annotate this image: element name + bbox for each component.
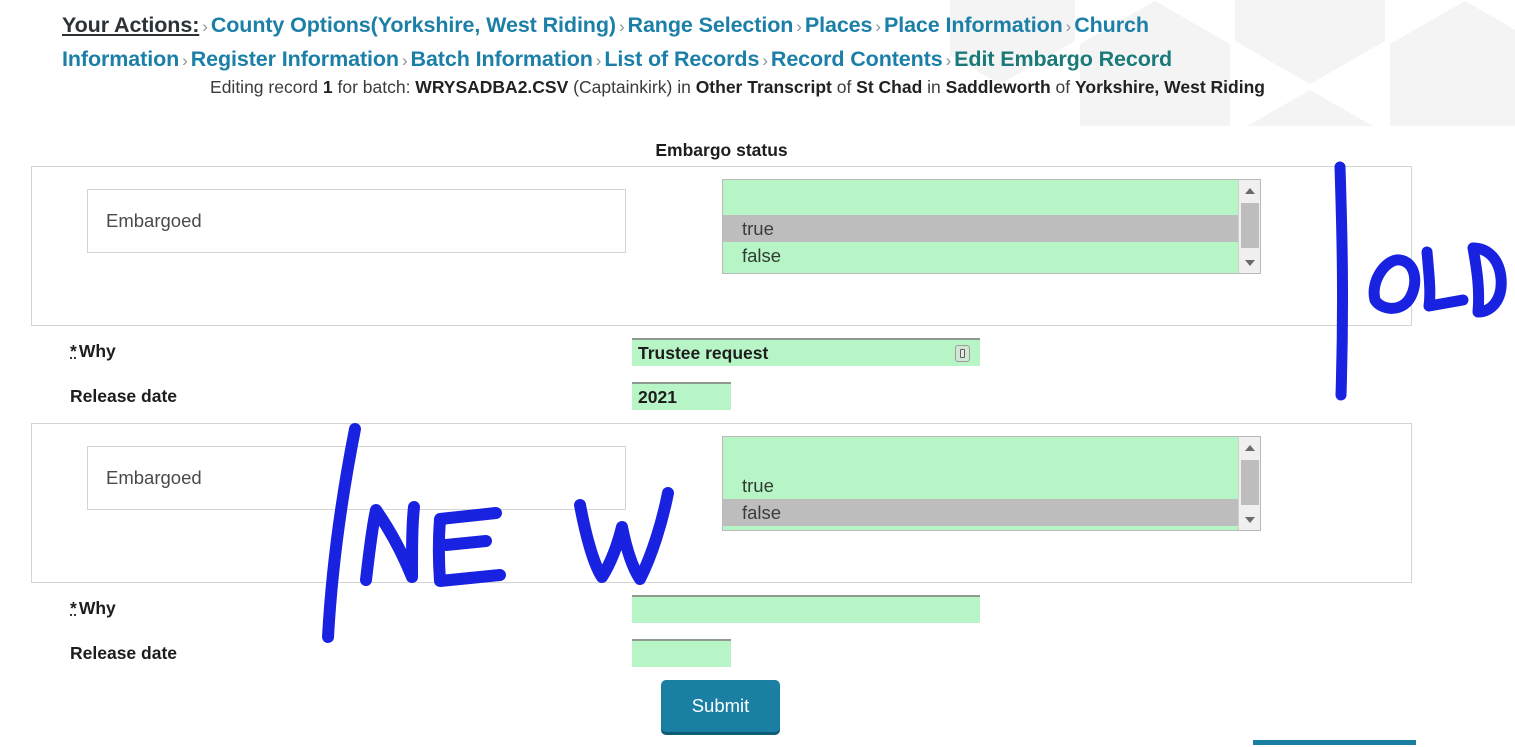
why-field-row-new: * Why: [0, 595, 1515, 629]
subtitle-record-number: 1: [322, 77, 333, 97]
breadcrumb-item-record-contents[interactable]: Record Contents: [771, 47, 943, 71]
breadcrumb-separator: ›: [945, 51, 952, 70]
triangle-up-icon[interactable]: [1239, 437, 1260, 458]
subtitle-in-1: in: [922, 77, 946, 97]
breadcrumb-item-place-information[interactable]: Place Information: [884, 13, 1063, 37]
embargoed-label-old: Embargoed: [106, 210, 202, 231]
triangle-down-icon[interactable]: [1239, 509, 1260, 530]
embargo-status-listbox-old[interactable]: true false: [722, 179, 1261, 274]
listbox-option-false-new[interactable]: false: [723, 499, 1238, 526]
autofill-icon[interactable]: [955, 345, 970, 362]
breadcrumb-item-register-information[interactable]: Register Information: [191, 47, 399, 71]
subtitle-user: (Captainkirk) in: [568, 77, 696, 97]
breadcrumb-separator: ›: [875, 17, 881, 36]
breadcrumb-separator: ›: [401, 51, 408, 70]
breadcrumb-item-places[interactable]: Places: [805, 13, 873, 37]
embargo-status-listbox-new[interactable]: true false: [722, 436, 1261, 531]
triangle-up-icon[interactable]: [1239, 180, 1260, 201]
listbox-option-true-new[interactable]: true: [723, 472, 1238, 499]
breadcrumb-separator: ›: [1065, 17, 1072, 36]
subtitle-church: St Chad: [856, 77, 923, 97]
subtitle-prefix: Editing record: [210, 77, 323, 97]
listbox-scrollbar-new[interactable]: [1238, 437, 1260, 530]
why-input-new[interactable]: [632, 595, 980, 623]
breadcrumb: Your Actions: › County Options(Yorkshire, …: [62, 9, 1362, 77]
why-input-old[interactable]: [632, 338, 980, 366]
embargoed-label-box-old: Embargoed: [87, 189, 626, 253]
embargoed-label-box-new: Embargoed: [87, 446, 626, 510]
subtitle-place: Saddleworth: [945, 77, 1051, 97]
release-date-field-row-new: Release date: [0, 639, 1515, 673]
why-label-text-old: Why: [78, 341, 116, 361]
embargo-group-new: Embargoed true false: [31, 423, 1412, 583]
required-marker-new: *: [70, 598, 77, 618]
page-root: Your Actions: › County Options(Yorkshire, …: [0, 0, 1515, 747]
breadcrumb-separator: ›: [796, 17, 802, 36]
embargo-group-old: Embargoed true false: [31, 166, 1412, 326]
breadcrumb-item-range-selection[interactable]: Range Selection: [628, 13, 794, 37]
release-date-field-row-old: Release date: [0, 382, 1515, 416]
submit-button[interactable]: Submit: [661, 680, 780, 732]
why-label-old: * Why: [70, 341, 116, 362]
subtitle-of-2: of: [1050, 77, 1075, 97]
subtitle-transcript: Other Transcript: [695, 77, 832, 97]
triangle-down-icon[interactable]: [1239, 252, 1260, 273]
release-date-label-new: Release date: [70, 643, 178, 663]
scrollbar-thumb[interactable]: [1241, 203, 1259, 248]
page-title: Embargo status: [655, 140, 788, 160]
embargoed-label-new: Embargoed: [106, 467, 202, 488]
listbox-scrollbar-old[interactable]: [1238, 180, 1260, 273]
breadcrumb-separator: ›: [618, 17, 625, 36]
why-label-new: * Why: [70, 598, 116, 619]
breadcrumb-separator: ›: [182, 51, 188, 70]
breadcrumb-item-batch-information[interactable]: Batch Information: [411, 47, 593, 71]
subtitle-of-1: of: [831, 77, 857, 97]
listbox-option-true-old[interactable]: true: [723, 215, 1238, 242]
breadcrumb-item-edit-embargo-record: Edit Embargo Record: [954, 47, 1173, 71]
scrollbar-thumb[interactable]: [1241, 460, 1259, 505]
listbox-options-new: true false: [723, 437, 1238, 530]
breadcrumb-separator: ›: [202, 17, 208, 36]
breadcrumb-root-label: Your Actions:: [62, 13, 200, 37]
bottom-accent-bar: [1253, 740, 1416, 745]
release-date-input-new[interactable]: [632, 639, 731, 667]
why-label-text-new: Why: [78, 598, 116, 618]
breadcrumb-item-list-of-records[interactable]: List of Records: [604, 47, 759, 71]
why-field-row-old: * Why: [0, 338, 1515, 372]
listbox-option-false-old[interactable]: false: [723, 242, 1238, 269]
breadcrumb-separator: ›: [762, 51, 768, 70]
required-marker-old: *: [70, 341, 77, 361]
breadcrumb-separator: ›: [595, 51, 602, 70]
release-date-input-old[interactable]: [632, 382, 731, 410]
release-date-label-old: Release date: [70, 386, 178, 406]
breadcrumb-item-county-options[interactable]: County Options(Yorkshire, West Riding): [211, 13, 616, 37]
subtitle-batch-file: WRYSADBA2.CSV: [415, 77, 569, 97]
listbox-options-old: true false: [723, 180, 1238, 273]
editing-record-subtitle: Editing record 1 for batch: WRYSADBA2.CS…: [0, 77, 1475, 98]
subtitle-for-batch: for batch:: [332, 77, 416, 97]
subtitle-county: Yorkshire, West Riding: [1075, 77, 1265, 97]
